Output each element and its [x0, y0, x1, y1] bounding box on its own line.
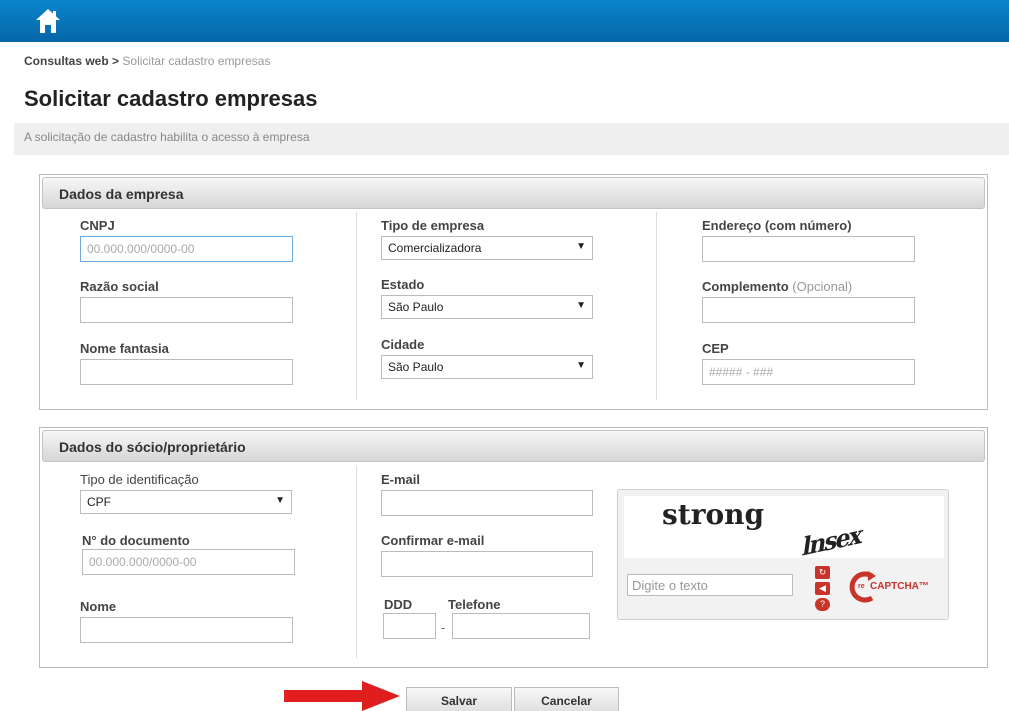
column-divider — [356, 466, 357, 658]
complemento-label: Complemento (Opcional) — [702, 279, 852, 294]
telefone-input[interactable] — [452, 613, 590, 639]
breadcrumb: Consultas web > Solicitar cadastro empre… — [24, 54, 270, 68]
page-title: Solicitar cadastro empresas — [24, 86, 318, 111]
cidade-label: Cidade — [381, 337, 425, 352]
column-divider — [656, 212, 657, 400]
captcha-text-input[interactable] — [627, 574, 793, 596]
nome-fantasia-label: Nome fantasia — [80, 341, 169, 356]
confirmar-email-label: Confirmar e-mail — [381, 533, 485, 548]
ddd-input[interactable] — [383, 613, 436, 639]
dropdown-arrow-icon: ▼ — [576, 241, 586, 252]
cep-label: CEP — [702, 341, 729, 356]
dropdown-arrow-icon: ▼ — [275, 495, 285, 506]
breadcrumb-separator: > — [112, 54, 120, 68]
panel-header-empresa: Dados da empresa — [42, 177, 985, 209]
complemento-optional: (Opcional) — [792, 279, 853, 294]
cnpj-label: CNPJ — [80, 218, 115, 233]
tipo-identificacao-value: CPF — [87, 495, 111, 509]
telefone-label: Telefone — [448, 597, 501, 612]
captcha-word-1: strong — [662, 498, 765, 531]
refresh-icon[interactable]: ↻ — [815, 566, 830, 579]
recaptcha-logo-re: re — [858, 583, 865, 590]
cidade-select[interactable]: São Paulo ▼ — [381, 355, 593, 379]
panel-header-socio: Dados do sócio/proprietário — [42, 430, 985, 462]
cnpj-input[interactable] — [80, 236, 293, 262]
tipo-empresa-value: Comercializadora — [388, 241, 482, 255]
nome-fantasia-input[interactable] — [80, 359, 293, 385]
home-icon[interactable] — [34, 7, 62, 35]
confirmar-email-input[interactable] — [381, 551, 593, 577]
help-icon[interactable]: ? — [815, 598, 830, 611]
save-button[interactable]: Salvar — [406, 687, 512, 711]
cep-input[interactable] — [702, 359, 915, 385]
email-input[interactable] — [381, 490, 593, 516]
captcha-image: strong lnsex — [624, 496, 944, 562]
tipo-empresa-select[interactable]: Comercializadora ▼ — [381, 236, 593, 260]
nome-label: Nome — [80, 599, 117, 614]
email-label: E-mail — [381, 472, 421, 487]
tipo-identificacao-label: Tipo de identificação — [80, 472, 199, 487]
ddd-label: DDD — [384, 597, 413, 612]
top-bar — [0, 0, 1009, 42]
phone-dash: - — [441, 620, 446, 635]
estado-select[interactable]: São Paulo ▼ — [381, 295, 593, 319]
recaptcha-logo-text: CAPTCHA™ — [870, 581, 929, 592]
endereco-input[interactable] — [702, 236, 915, 262]
tipo-identificacao-select[interactable]: CPF ▼ — [80, 490, 292, 514]
documento-label: N° do documento — [82, 533, 190, 548]
dropdown-arrow-icon: ▼ — [576, 360, 586, 371]
estado-label: Estado — [381, 277, 425, 292]
tipo-empresa-label: Tipo de empresa — [381, 218, 485, 233]
breadcrumb-current: Solicitar cadastro empresas — [122, 54, 271, 68]
dropdown-arrow-icon: ▼ — [576, 300, 586, 311]
endereco-label: Endereço (com número) — [702, 218, 852, 233]
page-subtitle: A solicitação de cadastro habilita o ace… — [14, 123, 1009, 155]
complemento-input[interactable] — [702, 297, 915, 323]
nome-input[interactable] — [80, 617, 293, 643]
complemento-label-text: Complemento — [702, 279, 789, 294]
recaptcha-widget: strong lnsex ↻ ◀ ? re CAPTCHA™ — [617, 489, 949, 620]
estado-value: São Paulo — [388, 300, 444, 314]
documento-input[interactable] — [82, 549, 295, 575]
red-arrow-icon — [284, 681, 400, 711]
cancel-button[interactable]: Cancelar — [514, 687, 619, 711]
cidade-value: São Paulo — [388, 360, 444, 374]
breadcrumb-root[interactable]: Consultas web — [24, 54, 109, 68]
razao-social-label: Razão social — [80, 279, 159, 294]
razao-social-input[interactable] — [80, 297, 293, 323]
captcha-word-2: lnsex — [800, 519, 864, 562]
column-divider — [356, 212, 357, 400]
audio-icon[interactable]: ◀ — [815, 582, 830, 595]
